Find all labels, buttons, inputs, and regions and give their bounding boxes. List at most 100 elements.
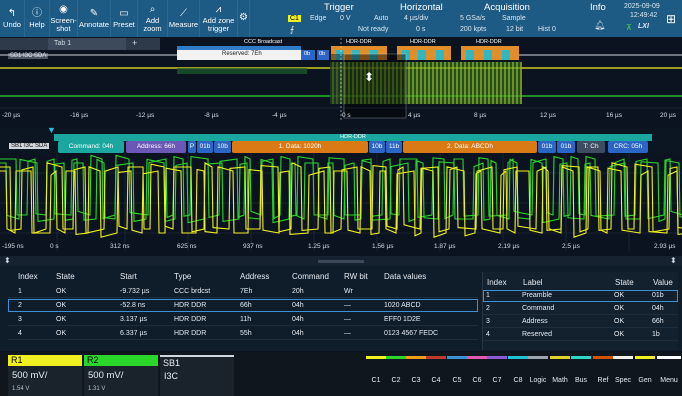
- time: 12:49:42: [630, 12, 658, 19]
- zoom-tick: 1.87 µs: [434, 243, 456, 250]
- resize-icon-right[interactable]: ⬍: [670, 256, 677, 265]
- zoom-tick: 2.19 µs: [498, 243, 520, 250]
- table-splitter[interactable]: ⬍ ⬍: [0, 256, 682, 266]
- seg-data1[interactable]: 1. Data: 1020h: [232, 141, 368, 153]
- seg-01b[interactable]: 01b: [197, 141, 213, 153]
- help-button[interactable]: ⓘ Help: [25, 0, 50, 37]
- th2-label: Label: [523, 278, 543, 287]
- ov-hdr2-label: HDR-DDR: [410, 39, 436, 45]
- channel-button-c3[interactable]: C3: [406, 356, 426, 396]
- seg-10b-2[interactable]: 10b: [369, 141, 385, 153]
- table-cell: —: [344, 302, 351, 309]
- seg-11b[interactable]: 11b: [386, 141, 402, 153]
- table-cell: HDR DDR: [174, 302, 207, 309]
- seg-address[interactable]: Address: 66h: [126, 141, 186, 153]
- channel-button-bus[interactable]: Bus: [571, 356, 591, 396]
- horizontal-offset: 0 s: [416, 26, 426, 33]
- th-data: Data values: [384, 272, 427, 281]
- ov-0b-label: 0b: [304, 51, 311, 57]
- table-cell: 6.337 µs: [120, 330, 147, 337]
- measure-button[interactable]: ⟋ Measure: [168, 0, 200, 37]
- add-zoom-button[interactable]: ⌕ Add zoom: [138, 0, 168, 37]
- table-cell: OK: [56, 330, 67, 337]
- table-cell: 20h: [292, 288, 304, 295]
- channel-button-c4[interactable]: C4: [426, 356, 446, 396]
- channel-button-logic[interactable]: Logic: [528, 356, 548, 396]
- zone-trigger-icon: ⩘: [215, 4, 222, 15]
- detail-cell: OK: [614, 305, 625, 312]
- seg-crc[interactable]: CRC: 05h: [608, 141, 648, 153]
- table-cell: 7Eh: [240, 288, 253, 295]
- th2-value: Value: [653, 278, 673, 287]
- resize-icon[interactable]: ⬍: [4, 256, 11, 265]
- trigger-type: Edge: [310, 15, 327, 22]
- undo-button[interactable]: ↰ Undo: [0, 0, 25, 37]
- history: Hist 0: [538, 26, 556, 33]
- detail-cell: 66h: [652, 318, 664, 325]
- zoom-waveform[interactable]: [0, 153, 682, 251]
- detail-row[interactable]: [483, 329, 678, 341]
- r2-name: R2: [87, 355, 99, 365]
- detail-row[interactable]: [483, 303, 678, 315]
- acquisition-panel[interactable]: Acquisition 5 GSa/s Sample 200 kpts 12 b…: [456, 0, 576, 37]
- seg-command[interactable]: Command: 04h: [58, 141, 124, 153]
- screenshot-button[interactable]: ◉ Screen- shot: [50, 0, 78, 37]
- ov-ccc-bar: [177, 46, 301, 50]
- detail-cell: 01b: [652, 292, 664, 299]
- detail-row[interactable]: [483, 316, 678, 328]
- horizontal-panel[interactable]: Horizontal 4 µs/div 0 s: [394, 0, 451, 37]
- detail-row[interactable]: [483, 290, 678, 302]
- table-cell: 3.137 µs: [120, 316, 147, 323]
- add-zone-trigger-button[interactable]: ⩘ Add zone trigger: [200, 0, 238, 37]
- info-panel[interactable]: Info 🔔︎: [582, 0, 618, 37]
- trigger-panel[interactable]: Trigger C1 Edge 0 V Auto ⨍ Not ready: [286, 0, 392, 37]
- channel-button-c6[interactable]: C6: [467, 356, 487, 396]
- sb1-panel[interactable]: SB1 I3C: [160, 355, 234, 396]
- seg-parity[interactable]: P: [188, 141, 196, 153]
- seg-10b[interactable]: 10b: [214, 141, 231, 153]
- zoom-window[interactable]: [343, 53, 407, 119]
- settings-button[interactable]: ⚙: [238, 0, 250, 37]
- preset-button[interactable]: ▭ Preset: [111, 0, 138, 37]
- detail-cell: 1b: [652, 331, 660, 338]
- seg-01b-2[interactable]: 01b: [538, 141, 556, 153]
- r1-panel[interactable]: R1 500 mV/ 1.54 V: [8, 355, 82, 396]
- channel-button-c7[interactable]: C7: [487, 356, 507, 396]
- channel-button-c2[interactable]: C2: [386, 356, 406, 396]
- zoom-hdr-bar: HDR-DDR: [54, 134, 652, 141]
- seg-data2[interactable]: 2. Data: ABCDh: [403, 141, 537, 153]
- detail-cell: Reserved: [522, 331, 552, 338]
- horizontal-title: Horizontal: [400, 2, 443, 13]
- r1-offset: 1.54 V: [12, 386, 30, 392]
- channel-button-c5[interactable]: C5: [447, 356, 467, 396]
- table-cell: OK: [56, 316, 67, 323]
- channel-button-math[interactable]: Math: [550, 356, 570, 396]
- r2-panel[interactable]: R2 500 mV/ 1.31 V: [84, 355, 158, 396]
- menu-grid-button[interactable]: ⊞: [660, 0, 682, 37]
- table-cell: 11h: [240, 316, 252, 323]
- table-cell: -52.8 ns: [120, 302, 146, 309]
- channel-button-c1[interactable]: C1: [366, 356, 386, 396]
- seg-tch[interactable]: T: Ch: [577, 141, 605, 153]
- channel-button-spec[interactable]: Spec: [613, 356, 633, 396]
- channel-button-ref[interactable]: Ref: [593, 356, 613, 396]
- zoom-tick: 625 ns: [177, 243, 197, 250]
- zoom-tick: 1.25 µs: [308, 243, 330, 250]
- zoom-drag-icon: ⬍: [364, 70, 374, 84]
- channel-button-gen[interactable]: Gen: [635, 356, 655, 396]
- seg-01b-3[interactable]: 01b: [557, 141, 575, 153]
- detail-cell: Address: [522, 318, 548, 325]
- th-command: Command: [292, 272, 329, 281]
- channel-button-c8[interactable]: C8: [508, 356, 528, 396]
- detail-cell: 1: [486, 292, 490, 299]
- ov-tick: 12 µs: [540, 112, 557, 119]
- th2-state: State: [615, 278, 634, 287]
- annotate-button[interactable]: ✎ Annotate: [78, 0, 111, 37]
- table-cell: 04h: [292, 316, 304, 323]
- ov-hdr1-label: HDR-DDR: [346, 39, 372, 45]
- table-cell: —: [344, 316, 351, 323]
- ov-reserved-label: Reserved: 7Eh: [222, 51, 262, 57]
- channel-button-menu[interactable]: Menu: [657, 356, 681, 396]
- splitter-handle[interactable]: [318, 260, 364, 263]
- ov-hdr3-label: HDR-DDR: [476, 39, 502, 45]
